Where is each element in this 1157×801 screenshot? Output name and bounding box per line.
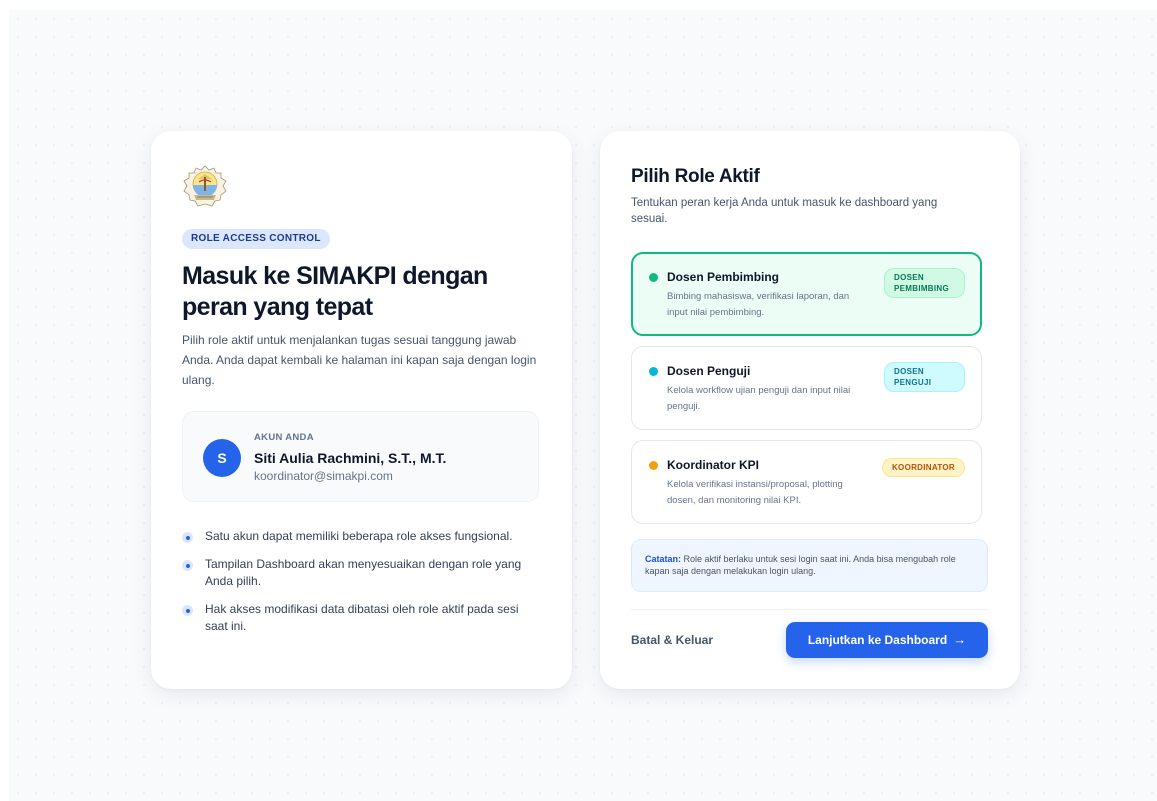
list-item: Tampilan Dashboard akan menyesuaikan den… xyxy=(182,556,532,590)
bullet-dot-icon xyxy=(182,532,193,543)
role-option-dosen-penguji[interactable]: Dosen Penguji Kelola workflow ujian peng… xyxy=(631,346,982,430)
role-option-dosen-pembimbing[interactable]: Dosen Pembimbing Bimbing mahasiswa, veri… xyxy=(631,252,982,336)
divider xyxy=(631,609,988,610)
university-logo xyxy=(182,164,228,210)
list-item: Hak akses modifikasi data dibatasi oleh … xyxy=(182,601,532,635)
note-label: Catatan: xyxy=(645,554,682,564)
note-box: Catatan: Role aktif berlaku untuk sesi l… xyxy=(631,539,988,592)
page-title: Masuk ke SIMAKPI dengan peran yang tepat xyxy=(182,262,488,321)
account-info-box: S AKUN ANDA Siti Aulia Rachmini, S.T., M… xyxy=(182,411,539,502)
avatar: S xyxy=(203,439,241,477)
info-bullet-list: Satu akun dapat memiliki beberapa role a… xyxy=(182,528,532,646)
list-item: Satu akun dapat memiliki beberapa role a… xyxy=(182,528,532,545)
account-name: Siti Aulia Rachmini, S.T., M.T. xyxy=(254,450,447,466)
role-name: Dosen Pembimbing xyxy=(667,270,780,284)
role-tag-badge: DOSEN PENGUJI xyxy=(884,362,965,392)
status-dot-icon xyxy=(649,461,658,470)
status-dot-icon xyxy=(649,273,658,282)
account-label: AKUN ANDA xyxy=(254,432,314,443)
role-selection-card: Pilih Role Aktif Tentukan peran kerja An… xyxy=(600,131,1020,689)
role-section-title: Pilih Role Aktif xyxy=(631,166,760,187)
role-section-subtitle: Tentukan peran kerja Anda untuk masuk ke… xyxy=(631,197,938,225)
role-name: Koordinator KPI xyxy=(667,458,759,472)
status-dot-icon xyxy=(649,367,658,376)
role-name: Dosen Penguji xyxy=(667,364,751,378)
bullet-text: Satu akun dapat memiliki beberapa role a… xyxy=(205,529,513,543)
role-description: Bimbing mahasiswa, verifikasi laporan, d… xyxy=(667,291,850,318)
page-description: Pilih role aktif untuk menjalankan tugas… xyxy=(182,333,537,387)
info-card: ROLE ACCESS CONTROL Masuk ke SIMAKPI den… xyxy=(151,131,572,689)
role-tag-badge: KOORDINATOR xyxy=(881,458,965,477)
continue-button-label: Lanjutkan ke Dashboard xyxy=(807,633,948,647)
note-text: Role aktif berlaku untuk sesi login saat… xyxy=(645,554,956,576)
bullet-text: Tampilan Dashboard akan menyesuaikan den… xyxy=(205,557,522,588)
role-description: Kelola verifikasi instansi/proposal, plo… xyxy=(667,479,843,506)
role-tag-badge: DOSEN PEMBIMBING xyxy=(884,268,965,298)
account-email: koordinator@simakpi.com xyxy=(254,469,393,483)
bullet-dot-icon xyxy=(182,605,193,616)
continue-dashboard-button[interactable]: Lanjutkan ke Dashboard → xyxy=(786,622,988,658)
bullet-text: Hak akses modifikasi data dibatasi oleh … xyxy=(205,602,519,633)
role-access-badge: ROLE ACCESS CONTROL xyxy=(182,229,330,249)
bullet-dot-icon xyxy=(182,560,193,571)
cancel-logout-button[interactable]: Batal & Keluar xyxy=(631,633,713,647)
role-option-koordinator-kpi[interactable]: Koordinator KPI Kelola verifikasi instan… xyxy=(631,440,982,524)
arrow-right-icon: → xyxy=(953,632,967,647)
role-description: Kelola workflow ujian penguji dan input … xyxy=(667,385,851,412)
